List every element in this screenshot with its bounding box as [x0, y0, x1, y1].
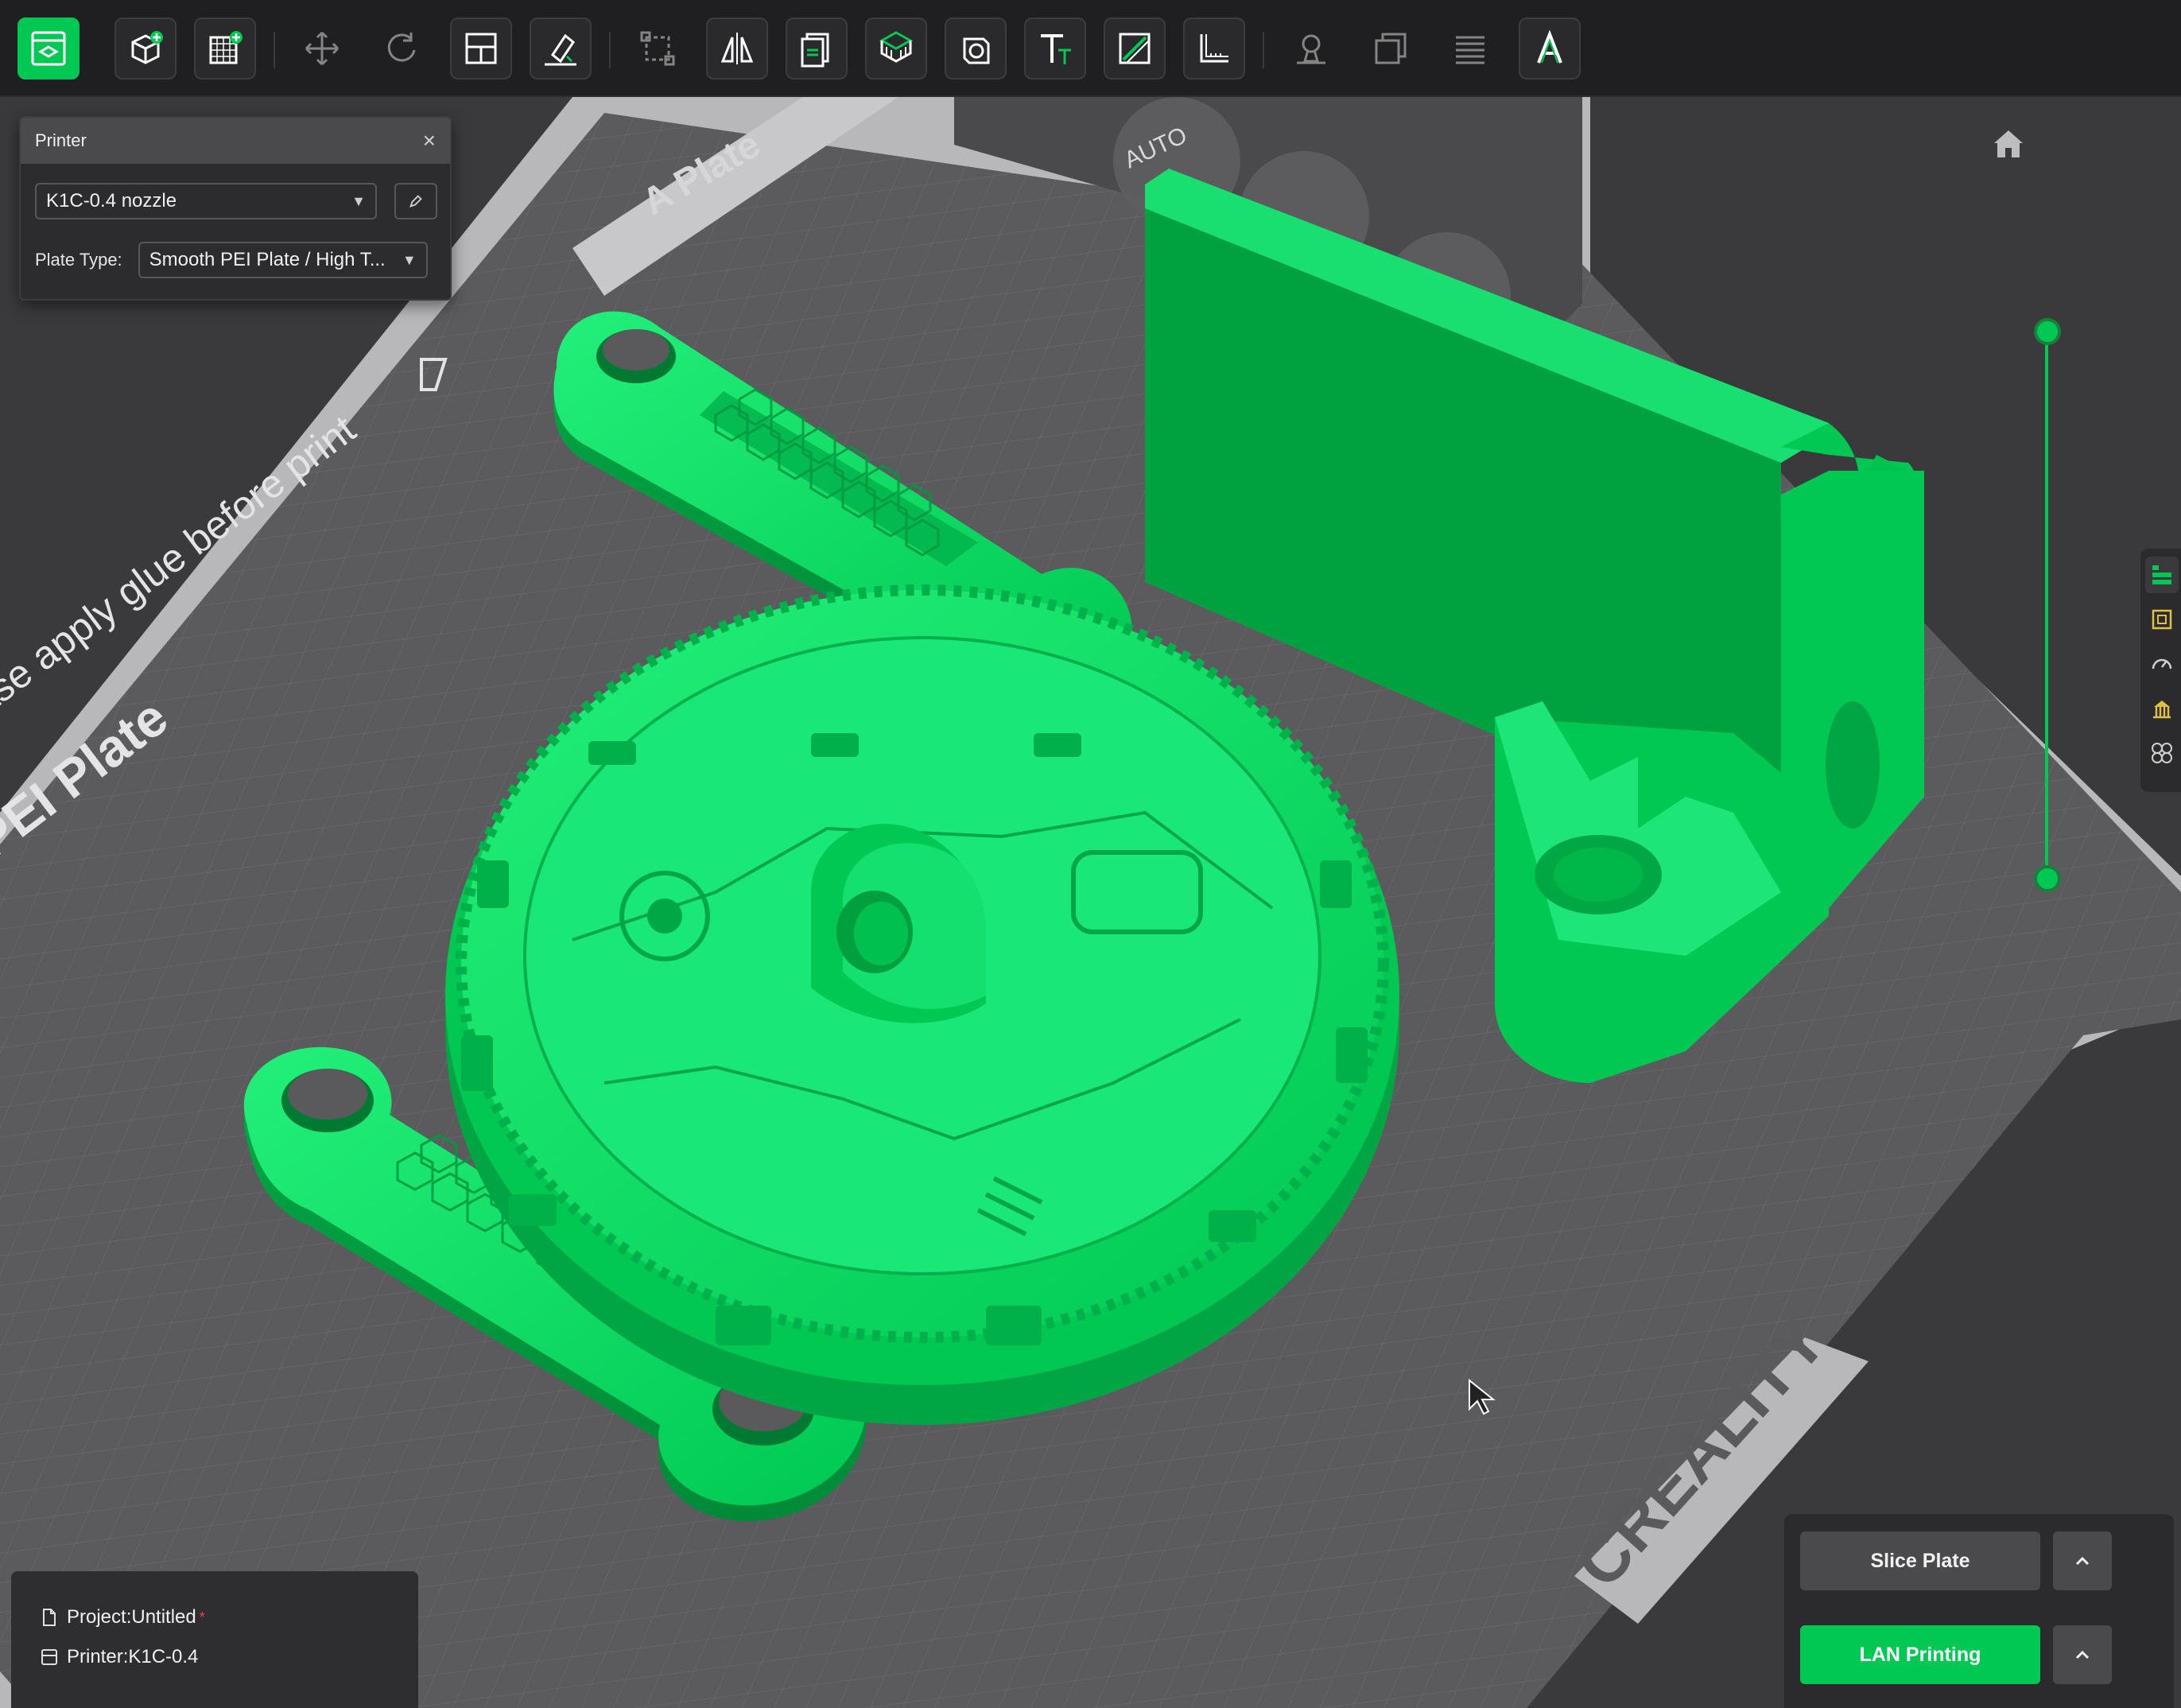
- printer-select-value: K1C-0.4 nozzle: [46, 190, 177, 212]
- brim-ears-icon[interactable]: [1280, 17, 1342, 80]
- seam-paint-icon[interactable]: [1104, 17, 1166, 80]
- plate-settings-icon: [2152, 609, 2172, 630]
- print-options-button[interactable]: [2053, 1625, 2112, 1684]
- printer-icon: [41, 1649, 57, 1665]
- right-tab-strip: [2140, 549, 2181, 792]
- lay-on-face-icon[interactable]: [530, 17, 592, 80]
- add-object-icon[interactable]: [114, 17, 177, 80]
- project-file-icon: [43, 1609, 56, 1626]
- chevron-down-icon: ▼: [402, 251, 417, 268]
- assembly-icon[interactable]: [1360, 17, 1422, 80]
- project-info-panel: Project:Untitled * Printer:K1C-0.4: [11, 1571, 418, 1708]
- home-icon: [1994, 130, 2023, 157]
- printer-row: Printer:K1C-0.4: [40, 1646, 198, 1668]
- plate-type-label: Plate Type:: [35, 250, 122, 270]
- chevron-up-icon: [2075, 1556, 2090, 1566]
- layer-slider-top-handle[interactable]: [2034, 318, 2061, 345]
- speedometer-icon: [2152, 658, 2172, 670]
- chevron-up-icon: [2075, 1650, 2090, 1659]
- flower-icon: [2152, 743, 2172, 763]
- printer-label: Printer:K1C-0.4: [67, 1646, 199, 1667]
- prepare-view-icon[interactable]: [17, 17, 80, 80]
- support-tab[interactable]: [2145, 690, 2179, 727]
- mirror-icon[interactable]: [706, 17, 768, 80]
- top-toolbar: [0, 0, 2181, 97]
- object-list-icon: [2152, 565, 2171, 584]
- hollow-icon[interactable]: [945, 17, 1007, 80]
- project-label: Project:Untitled: [67, 1606, 196, 1628]
- move-icon[interactable]: [291, 17, 353, 80]
- model-round-base: [445, 584, 1399, 1425]
- layer-slider-bottom-handle[interactable]: [2034, 865, 2061, 892]
- add-plate-icon[interactable]: [194, 17, 256, 80]
- lan-printing-button[interactable]: LAN Printing: [1800, 1625, 2040, 1684]
- layer-slider-track: [2045, 332, 2048, 878]
- layers-icon[interactable]: [1439, 17, 1501, 80]
- 3d-viewport[interactable]: AUTO A Plate ase apply glue before print…: [0, 97, 2181, 1708]
- plate-type-value: Smooth PEI Plate / High T...: [149, 249, 386, 270]
- slice-plate-button[interactable]: Slice Plate: [1800, 1531, 2040, 1590]
- plate-settings-tab[interactable]: [2145, 601, 2179, 638]
- pencil-icon: [409, 195, 422, 208]
- measure-icon[interactable]: [1183, 17, 1245, 80]
- support-paint-icon[interactable]: [865, 17, 927, 80]
- arrange-icon[interactable]: [450, 17, 512, 80]
- text-emboss-icon[interactable]: [1519, 17, 1581, 80]
- project-row: Project:Untitled *: [40, 1606, 205, 1628]
- modified-indicator: *: [199, 1609, 205, 1625]
- speed-tab[interactable]: [2145, 646, 2179, 682]
- text-icon[interactable]: [1024, 17, 1086, 80]
- close-icon[interactable]: ×: [423, 130, 436, 152]
- object-list-tab[interactable]: [2145, 557, 2179, 593]
- printer-panel-title: Printer: [35, 130, 87, 150]
- edit-printer-button[interactable]: [394, 183, 437, 219]
- cut-icon[interactable]: [786, 17, 848, 80]
- multi-material-tab[interactable]: [2145, 735, 2179, 771]
- rotate-icon[interactable]: [371, 17, 433, 80]
- scale-icon[interactable]: [627, 17, 689, 80]
- chevron-down-icon: ▼: [351, 192, 366, 209]
- printer-panel: Printer × K1C-0.4 nozzle ▼ Plate Type: S…: [19, 116, 452, 301]
- plate-type-select[interactable]: Smooth PEI Plate / High T... ▼: [138, 242, 428, 278]
- printer-panel-header: Printer ×: [21, 118, 450, 164]
- slice-panel: Slice Plate LAN Printing: [1784, 1514, 2174, 1708]
- home-view-button[interactable]: [1988, 126, 2029, 162]
- printer-select[interactable]: K1C-0.4 nozzle ▼: [35, 183, 377, 219]
- support-icon: [2153, 701, 2171, 719]
- layer-slider[interactable]: [2020, 318, 2074, 892]
- slice-options-button[interactable]: [2053, 1531, 2112, 1590]
